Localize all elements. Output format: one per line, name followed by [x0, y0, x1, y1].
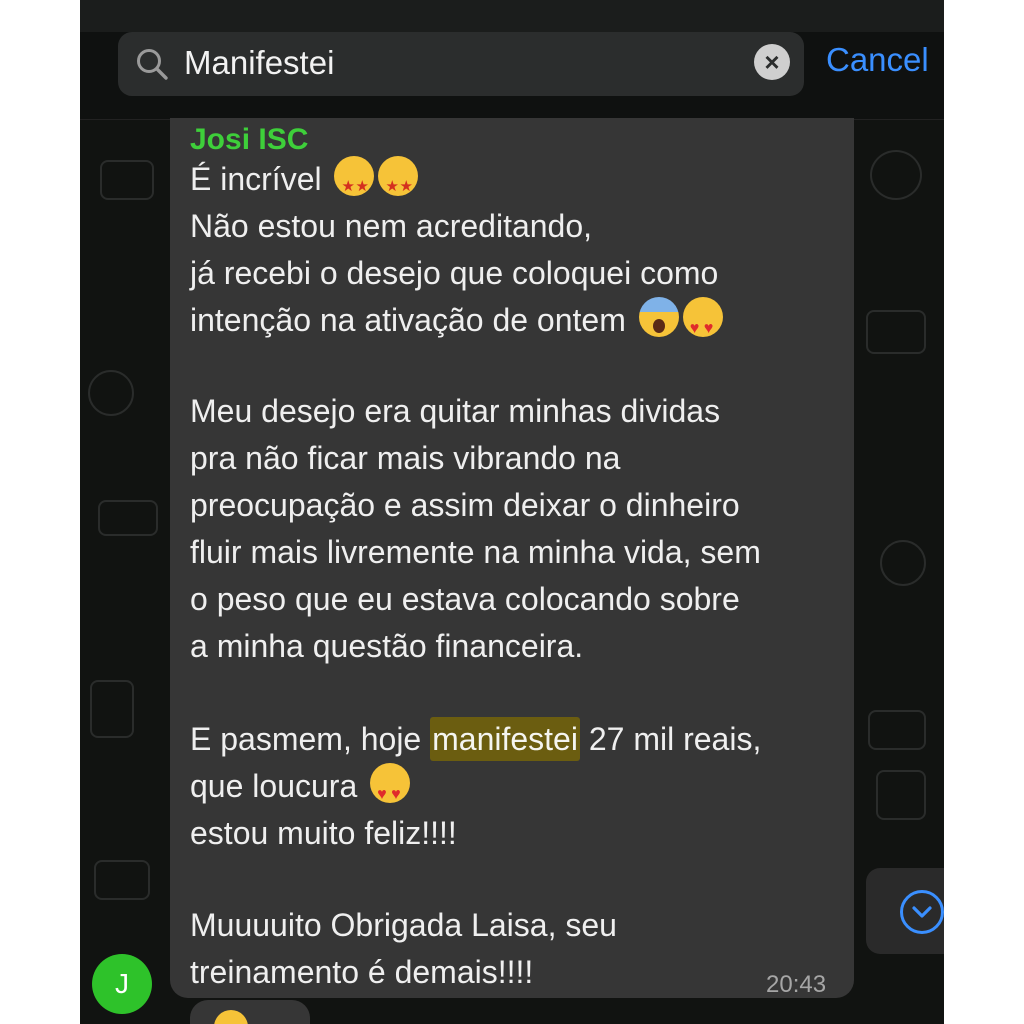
emoji-icon — [214, 1010, 248, 1024]
star-struck-emoji — [334, 156, 375, 210]
phone-screen: Manifestei × Cancel Josi ISC É incrível … — [80, 0, 944, 1024]
star-struck-emoji — [378, 156, 419, 210]
message-line: Meu desejo era quitar minhas dividas — [190, 393, 721, 429]
message-line: intenção na ativação de ontem — [190, 297, 723, 352]
scroll-down-button[interactable] — [866, 868, 944, 954]
search-icon — [137, 49, 168, 80]
search-field[interactable]: Manifestei × — [118, 32, 804, 96]
cancel-button[interactable]: Cancel — [826, 38, 929, 82]
search-highlight: manifestei — [430, 717, 580, 761]
message-line: Muuuuito Obrigada Laisa, seu — [190, 907, 617, 943]
message-bubble[interactable]: Josi ISC É incrível Não estou nem acredi… — [170, 118, 854, 998]
avatar[interactable]: J — [92, 954, 152, 1014]
message-line: preocupação e assim deixar o dinheiro — [190, 487, 740, 523]
message-line: a minha questão financeira. — [190, 628, 584, 664]
search-header: Manifestei × Cancel — [80, 32, 944, 120]
message-line: que loucura — [190, 763, 411, 818]
message-line: E pasmem, hoje manifestei 27 mil reais, — [190, 716, 761, 763]
chevron-down-icon — [900, 890, 944, 934]
message-line: já recebi o desejo que coloquei como — [190, 255, 719, 291]
clear-icon[interactable]: × — [754, 44, 790, 80]
next-message-bubble[interactable] — [190, 1000, 310, 1024]
message-line: treinamento é demais!!!! — [190, 954, 534, 990]
search-input[interactable]: Manifestei — [184, 41, 334, 85]
message-timestamp: 20:43 — [766, 971, 827, 998]
heart-eyes-emoji — [682, 297, 723, 352]
message-line: o peso que eu estava colocando sobre — [190, 581, 740, 617]
message-line: Não estou nem acreditando, — [190, 208, 593, 244]
message-line: pra não ficar mais vibrando na — [190, 440, 621, 476]
screaming-emoji — [638, 297, 679, 337]
sender-name: Josi ISC — [190, 123, 309, 156]
message-line: fluir mais livremente na minha vida, sem — [190, 534, 761, 570]
message-line: É incrível — [190, 156, 419, 210]
message-line: estou muito feliz!!!! — [190, 815, 457, 851]
status-strip — [80, 0, 944, 32]
heart-eyes-emoji — [370, 763, 411, 818]
